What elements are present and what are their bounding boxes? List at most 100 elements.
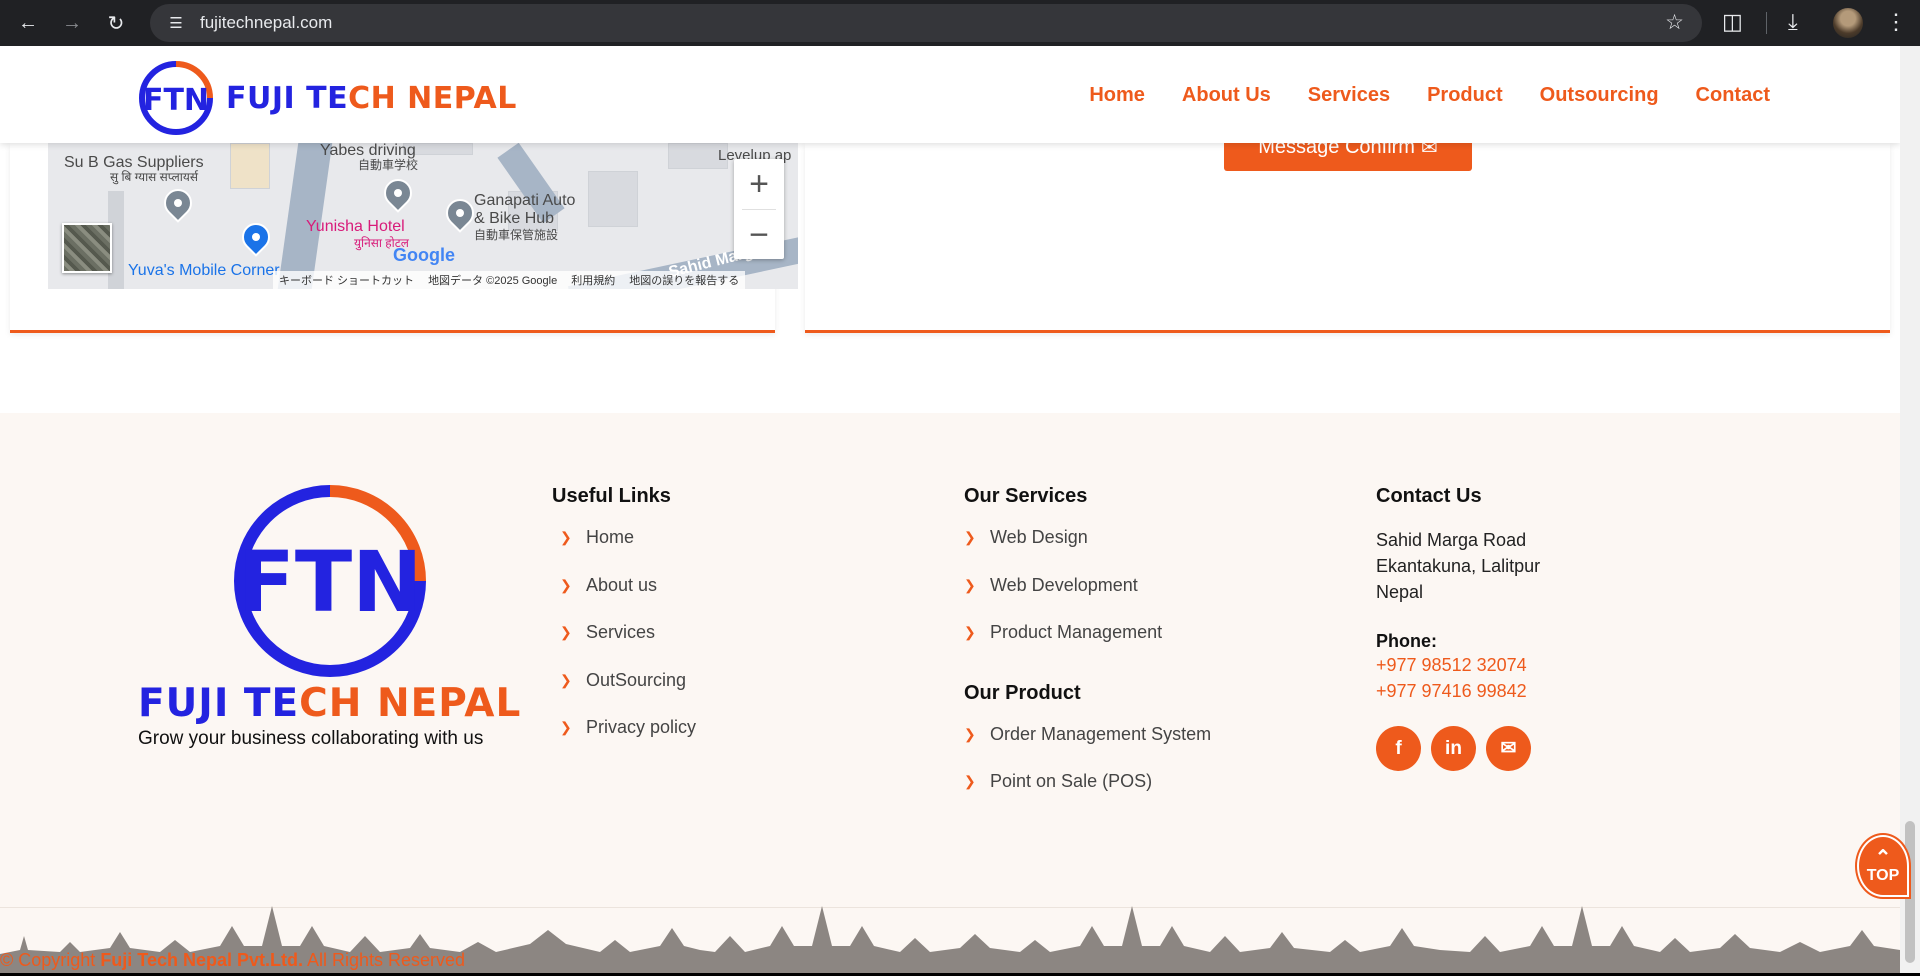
ftn-logo-mark: FTN: [139, 61, 213, 135]
map-pin-icon[interactable]: [158, 183, 198, 223]
useful-links-title: Useful Links: [552, 485, 671, 507]
zoom-in-button[interactable]: +: [734, 159, 784, 209]
reload-icon[interactable]: ↻: [102, 9, 130, 37]
ftn-logo-mark-large: FTN: [234, 485, 426, 677]
satellite-toggle[interactable]: [62, 223, 112, 273]
map-label-ganapati-2: & Bike Hub: [474, 210, 555, 227]
brand-part-blue: FUJI TE: [226, 80, 349, 116]
embedded-map[interactable]: Su B Gas Suppliers सु बि ग्यास सप्लायर्स…: [48, 143, 798, 289]
menu-dots-icon[interactable]: ⋮: [1885, 9, 1907, 35]
footer-link-label: Web Development: [990, 574, 1138, 595]
bookmark-star-icon[interactable]: ☆: [1665, 10, 1684, 35]
address-bar[interactable]: ☰ fujitechnepal.com ☆: [150, 4, 1702, 42]
url-text[interactable]: fujitechnepal.com: [200, 13, 332, 33]
footer-product-oms[interactable]: ❯ Order Management System: [964, 724, 1211, 772]
brand-part-blue: FUJI TE: [138, 681, 300, 726]
contact-form-card: Message Confirm ✉: [805, 123, 1890, 333]
phone-number-1[interactable]: +977 98512 32074: [1376, 652, 1540, 678]
footer-service-web-design[interactable]: ❯ Web Design: [964, 527, 1211, 575]
map-label-yunisha: Yunisha Hotel: [306, 218, 405, 235]
phone-number-2[interactable]: +977 97416 99842: [1376, 678, 1540, 704]
services-title: Our Services: [964, 485, 1088, 507]
linkedin-icon[interactable]: in: [1431, 726, 1476, 771]
chevron-up-icon: ⌃: [1874, 847, 1892, 869]
logo-mark-text: FTN: [143, 83, 209, 118]
services-column: Our Services ❯ Web Design ❯ Web Developmen…: [964, 485, 1211, 819]
chevron-right-icon: ❯: [964, 725, 976, 742]
forward-icon[interactable]: →: [58, 9, 86, 37]
map-road: [277, 143, 333, 289]
nav-services[interactable]: Services: [1308, 84, 1390, 107]
chevron-right-icon: ❯: [560, 576, 572, 593]
map-attribution: キーボード ショートカット 地図データ ©2025 Google 利用規約 地図…: [273, 271, 746, 289]
map-pin-icon[interactable]: [378, 173, 418, 213]
web-page: FTN FUJI TECH NEPAL Home About Us Servic…: [0, 46, 1900, 976]
browser-toolbar: ← → ↻ ☰ fujitechnepal.com ☆ ◫ ⤓ ⋮: [0, 0, 1920, 46]
social-links: f in ✉: [1376, 726, 1540, 771]
nav-contact[interactable]: Contact: [1696, 84, 1770, 107]
footer-link-label: Order Management System: [990, 723, 1212, 744]
map-zoom-control: + −: [734, 159, 784, 259]
footer-link-label: Services: [586, 622, 656, 642]
footer-link-services[interactable]: ❯ Services: [552, 622, 696, 670]
site-info-icon[interactable]: ☰: [164, 11, 188, 35]
copyright-suffix: All Rights Reserved: [303, 950, 466, 970]
address-line: Nepal: [1376, 582, 1424, 602]
footer-service-product-management[interactable]: ❯ Product Management: [964, 622, 1211, 670]
footer-tagline: Grow your business collaborating with us: [138, 728, 484, 749]
footer-logo: FTN FUJI TECH NEPAL Grow your business c…: [138, 483, 528, 750]
footer-product-pos[interactable]: ❯ Point on Sale (POS): [964, 771, 1211, 819]
footer-link-home[interactable]: ❯ Home: [552, 527, 696, 575]
address-line: Sahid Marga Road: [1376, 530, 1527, 550]
map-data-credit: 地図データ ©2025 Google: [428, 275, 558, 287]
products-title: Our Product: [964, 681, 1081, 704]
footer-link-label: Point on Sale (POS): [990, 771, 1153, 791]
address-line: Ekantakuna, Lalitpur: [1376, 556, 1541, 576]
footer-link-label: Web Design: [990, 527, 1088, 547]
site-logo[interactable]: FTN FUJI TECH NEPAL: [138, 60, 517, 136]
footer-link-about[interactable]: ❯ About us: [552, 575, 696, 623]
copyright-text: © Copyright Fuji Tech Nepal Pvt.Ltd. All…: [0, 950, 465, 971]
map-label-yabes-local: 自動車学校: [358, 158, 419, 172]
facebook-icon[interactable]: f: [1376, 726, 1421, 771]
logo-mark-text: FTN: [238, 533, 423, 631]
email-icon[interactable]: ✉: [1486, 726, 1531, 771]
back-to-top-button[interactable]: ⌃ TOP: [1857, 835, 1909, 897]
site-footer: FTN FUJI TECH NEPAL Grow your business c…: [0, 413, 1900, 976]
nav-home[interactable]: Home: [1089, 84, 1145, 107]
zoom-out-button[interactable]: −: [734, 210, 784, 260]
map-block: [588, 171, 638, 227]
footer-link-label: OutSourcing: [586, 669, 687, 690]
toolbar-divider: [1766, 12, 1767, 34]
nav-about-us[interactable]: About Us: [1182, 84, 1271, 107]
brand-name: FUJI TECH NEPAL: [226, 81, 517, 116]
footer-link-label: Privacy policy: [586, 717, 697, 737]
back-icon[interactable]: ←: [14, 9, 42, 37]
download-icon[interactable]: ⤓: [1788, 9, 1798, 35]
back-to-top-label: TOP: [1866, 867, 1900, 884]
brand-part-orange: CH NEPAL: [299, 681, 522, 726]
copyright-company-link[interactable]: Fuji Tech Nepal Pvt.Ltd.: [100, 950, 303, 970]
map-label-ganapati-1: Ganapati Auto: [474, 192, 576, 209]
main-nav: Home About Us Services Product Outsourci…: [1089, 84, 1770, 107]
footer-brand-name: FUJI TECH NEPAL: [138, 681, 528, 726]
footer-link-outsourcing[interactable]: ❯ OutSourcing: [552, 670, 696, 718]
report-error-link[interactable]: 地図の誤りを報告する: [629, 272, 739, 288]
extensions-icon[interactable]: ◫: [1722, 9, 1743, 35]
chevron-right-icon: ❯: [964, 624, 976, 640]
map-card: Su B Gas Suppliers सु बि ग्यास सप्लायर्स…: [10, 143, 798, 333]
map-pin-icon[interactable]: [236, 217, 276, 257]
nav-product[interactable]: Product: [1427, 84, 1503, 107]
footer-service-web-development[interactable]: ❯ Web Development: [964, 575, 1211, 623]
page-scrollbar[interactable]: [1900, 46, 1920, 976]
profile-avatar[interactable]: [1833, 8, 1863, 38]
terms-link[interactable]: 利用規約: [571, 272, 615, 288]
copyright-prefix: © Copyright: [0, 950, 101, 970]
map-label-ganapati-local: 自動車保管施設: [474, 228, 559, 242]
footer-link-label: Product Management: [990, 622, 1163, 642]
chevron-right-icon: ❯: [560, 624, 572, 640]
footer-link-privacy[interactable]: ❯ Privacy policy: [552, 717, 696, 765]
google-logo: Google: [393, 245, 455, 265]
nav-outsourcing[interactable]: Outsourcing: [1540, 84, 1659, 107]
keyboard-shortcuts-link[interactable]: キーボード ショートカット: [279, 272, 414, 288]
